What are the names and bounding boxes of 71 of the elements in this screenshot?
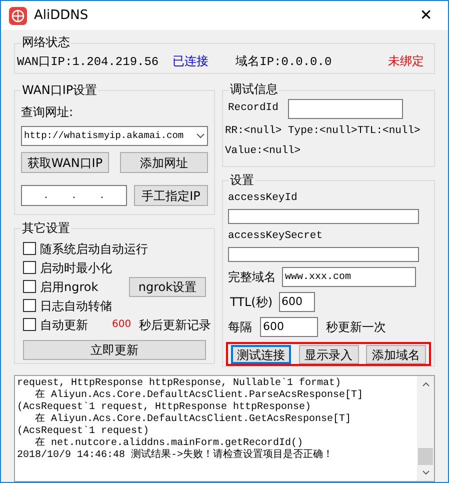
checkbox[interactable] bbox=[23, 242, 36, 255]
interval-label: 每隔 bbox=[228, 319, 252, 336]
scrollbar-thumb[interactable] bbox=[418, 448, 433, 464]
interval-value: 600 bbox=[263, 318, 284, 335]
chevron-down-icon bbox=[422, 470, 430, 475]
domain-ip-label: 域名IP: bbox=[236, 54, 282, 70]
wan-ip-label: WAN口IP: bbox=[17, 54, 72, 70]
query-url-value: http://whatismyip.akamai.com bbox=[24, 128, 184, 143]
checkbox[interactable] bbox=[23, 261, 36, 274]
record-id-field[interactable] bbox=[288, 99, 404, 119]
checkbox[interactable] bbox=[23, 299, 36, 312]
access-key-id-field[interactable] bbox=[228, 208, 419, 224]
ip-separator: . bbox=[100, 190, 104, 200]
option-label: 启动时最小化 bbox=[40, 260, 112, 276]
option-label: 日志自动转储 bbox=[40, 298, 112, 314]
query-url-dropdown[interactable]: http://whatismyip.akamai.com bbox=[21, 126, 208, 146]
ip-separator: . bbox=[72, 190, 76, 200]
countdown-label: 秒后更新记录 bbox=[139, 316, 212, 334]
log-line: request, HttpResponse httpResponse, Nullable`1 format) bbox=[17, 378, 342, 389]
log-line: 在 net.nutcore.aliddns.mainForm.getRecordId() bbox=[34, 438, 304, 449]
action-button[interactable]: 显示录入 bbox=[298, 345, 358, 364]
domain-value: www.xxx.com bbox=[285, 270, 352, 284]
add-url-button[interactable]: 添加网址 bbox=[120, 152, 208, 173]
interval-field[interactable]: 600 bbox=[260, 317, 318, 337]
value-info: Value:<null> bbox=[225, 144, 302, 159]
access-key-secret-field[interactable] bbox=[228, 246, 419, 262]
chevron-up-icon bbox=[422, 382, 430, 387]
action-button[interactable]: 测试连接 bbox=[231, 345, 291, 364]
log-line: 在 Aliyun.Acs.Core.DefaultAcsClient.GetAcsResponse[T] bbox=[34, 414, 352, 426]
checkbox[interactable] bbox=[23, 318, 36, 331]
query-url-label: 查询网址: bbox=[21, 104, 74, 121]
log-line: (AcsRequest`1 request, HttpResponse httpResponse) bbox=[17, 402, 312, 413]
get-wan-ip-button[interactable]: 获取WAN口IP bbox=[21, 152, 109, 173]
group-title: 网络状态 bbox=[21, 35, 71, 51]
globe-icon bbox=[9, 6, 27, 24]
close-button[interactable]: ✕ bbox=[404, 1, 448, 30]
wan-ip-value: 1.204.219.56 bbox=[72, 54, 159, 70]
access-key-id-label: accessKeyId bbox=[228, 191, 298, 206]
group-title: WAN口IP设置 bbox=[21, 82, 98, 98]
option-label: 自动更新 bbox=[40, 316, 88, 334]
group-title: 其它设置 bbox=[21, 220, 71, 236]
update-now-button[interactable]: 立即更新 bbox=[23, 340, 206, 360]
log-line: (AcsRequest`1 request) bbox=[17, 426, 150, 437]
domain-status: 未绑定 bbox=[388, 54, 424, 70]
option-label: 随系统启动自动运行 bbox=[40, 240, 148, 258]
ngrok-settings-button[interactable]: ngrok设置 bbox=[129, 276, 206, 296]
domain-ip-value: 0.0.0.0 bbox=[281, 54, 332, 70]
ttl-field[interactable]: 600 bbox=[278, 292, 314, 312]
log-line: 在 Aliyun.Acs.Core.DefaultAcsClient.ParseAcsResponse[T] bbox=[34, 390, 364, 402]
checkbox[interactable] bbox=[23, 280, 36, 293]
group-title: 调试信息 bbox=[229, 82, 279, 98]
countdown-value: 600 bbox=[112, 318, 132, 332]
log-line: 2018/10/9 14:46:48 测试结果->失败！请检查设置项目是否正确！ bbox=[17, 450, 334, 462]
action-button[interactable]: 添加域名 bbox=[366, 345, 426, 364]
chevron-down-icon bbox=[196, 133, 205, 139]
record-id-label: RecordId bbox=[228, 101, 278, 116]
access-key-secret-label: accessKeySecret bbox=[228, 229, 324, 244]
ttl-label: TTL(秒) bbox=[230, 294, 272, 311]
window-title: AliDDNS bbox=[34, 6, 88, 25]
option-label: 启用ngrok bbox=[40, 278, 98, 296]
ip-separator: . bbox=[44, 190, 48, 200]
group-title: 设置 bbox=[229, 172, 255, 188]
scrollbar[interactable] bbox=[417, 376, 434, 481]
interval-suffix: 秒更新一次 bbox=[326, 319, 386, 336]
rr-info: RR:<null> Type:<null>TTL:<null> bbox=[225, 124, 422, 139]
wan-status: 已连接 bbox=[172, 54, 209, 70]
domain-field[interactable]: www.xxx.com bbox=[282, 267, 416, 287]
ttl-value: 600 bbox=[282, 294, 302, 310]
domain-label: 完整域名 bbox=[228, 269, 276, 286]
ip-address-field[interactable]: . . . bbox=[21, 185, 127, 206]
manual-ip-button[interactable]: 手工指定IP bbox=[134, 185, 208, 206]
